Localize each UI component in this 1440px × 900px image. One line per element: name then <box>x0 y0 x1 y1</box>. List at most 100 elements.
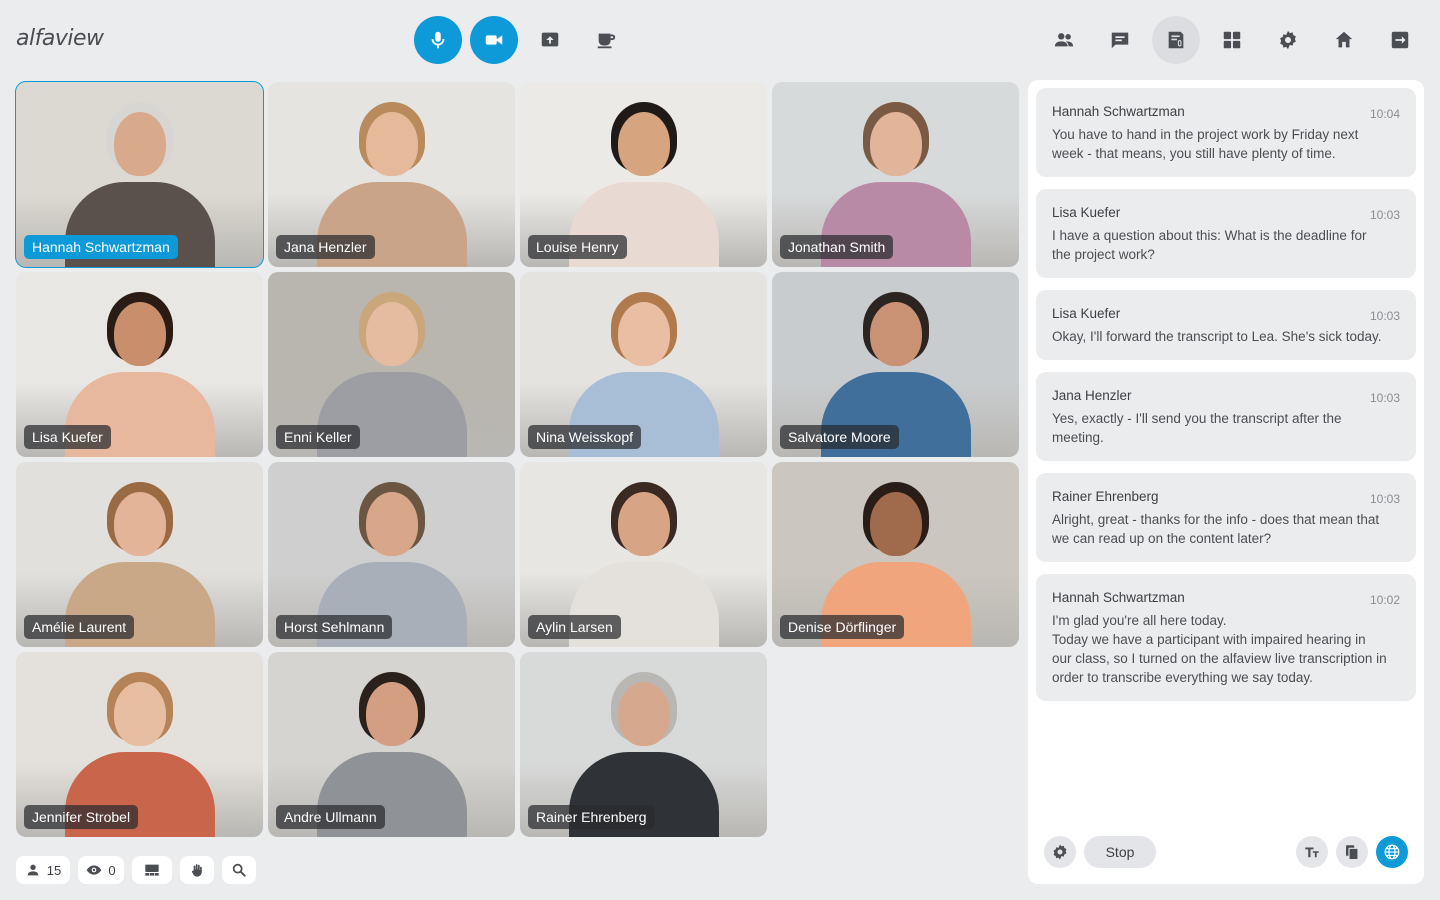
transcript-message: Hannah Schwartzman 10:02 I'm glad you're a… <box>1036 574 1416 701</box>
message-line: Alright, great - thanks for the info - d… <box>1052 512 1380 527</box>
participant-tile[interactable]: Aylin Larsen <box>520 462 767 647</box>
message-time: 10:02 <box>1369 593 1400 607</box>
participant-name: Jana Henzler <box>276 235 375 259</box>
language-button[interactable] <box>1376 836 1408 868</box>
message-time: 10:04 <box>1369 107 1400 121</box>
chat-icon <box>1111 32 1129 49</box>
participant-face <box>617 682 670 746</box>
text-size-icon <box>1305 847 1319 858</box>
message-author: Lisa Kuefer <box>1052 205 1121 220</box>
grid-layout-icon <box>1223 31 1241 49</box>
participant-face <box>113 682 166 746</box>
message-author: Lisa Kuefer <box>1052 306 1121 321</box>
participant-tile[interactable]: Salvatore Moore <box>772 272 1019 457</box>
participant-name: Andre Ullmann <box>276 805 385 829</box>
participant-name: Enni Keller <box>276 425 360 449</box>
message-time: 10:03 <box>1369 492 1400 506</box>
message-line: Today we have a participant with impaire… <box>1052 632 1366 647</box>
view-mode-button[interactable] <box>132 856 172 884</box>
screen-share-icon <box>541 32 559 47</box>
stop-transcription-button[interactable]: Stop <box>1084 836 1156 868</box>
transcript-message: Lisa Kuefer 10:03 I have a question about … <box>1036 189 1416 278</box>
settings-button[interactable] <box>1264 16 1312 64</box>
message-time: 10:03 <box>1369 208 1400 222</box>
participant-face <box>365 492 418 556</box>
layout-button[interactable] <box>1208 16 1256 64</box>
message-text: Alright, great - thanks for the info - d… <box>1052 510 1400 548</box>
participant-count: 15 <box>46 862 62 878</box>
participant-name: Nina Weisskopf <box>528 425 642 449</box>
transcript-message: Hannah Schwartzman 10:04 You have to hand … <box>1036 88 1416 177</box>
participant-tile[interactable]: Andre Ullmann <box>268 652 515 837</box>
participant-tile[interactable]: Nina Weisskopf <box>520 272 767 457</box>
participant-face <box>617 492 670 556</box>
home-icon <box>1335 31 1353 48</box>
participant-face <box>869 492 922 556</box>
copy-transcript-button[interactable] <box>1336 836 1368 868</box>
participant-tile[interactable]: Jana Henzler <box>268 82 515 267</box>
participants-button[interactable] <box>1040 16 1088 64</box>
message-text: I have a question about this: What is th… <box>1052 226 1400 264</box>
search-button[interactable] <box>222 856 256 884</box>
participant-tile[interactable]: Lisa Kuefer <box>16 272 263 457</box>
home-button[interactable] <box>1320 16 1368 64</box>
people-icon <box>1054 33 1074 47</box>
participant-face <box>869 112 922 176</box>
live-transcription-icon <box>1168 31 1184 49</box>
message-line: meeting. <box>1052 430 1104 445</box>
participant-tile[interactable]: Horst Sehlmann <box>268 462 515 647</box>
participant-tile[interactable]: Amélie Laurent <box>16 462 263 647</box>
message-text: Okay, I'll forward the transcript to Lea… <box>1052 327 1400 346</box>
participant-count-chip[interactable]: 15 <box>16 856 70 884</box>
participant-tile[interactable]: Jennifer Strobel <box>16 652 263 837</box>
participant-name: Hannah Schwartzman <box>24 235 178 259</box>
transcript-message: Lisa Kuefer 10:03 Okay, I'll forward the t… <box>1036 290 1416 360</box>
participant-name: Aylin Larsen <box>528 615 621 639</box>
participant-face <box>365 112 418 176</box>
text-size-button[interactable] <box>1296 836 1328 868</box>
transcript-message: Rainer Ehrenberg 10:03 Alright, great - th… <box>1036 473 1416 562</box>
viewer-count-chip[interactable]: 0 <box>78 856 124 884</box>
search-icon <box>232 863 246 877</box>
participant-face <box>365 302 418 366</box>
app-logo: alfaview <box>16 26 104 51</box>
screen-share-button[interactable] <box>526 16 574 64</box>
participant-name: Rainer Ehrenberg <box>528 805 655 829</box>
transcription-button[interactable] <box>1152 16 1200 64</box>
message-line: our class, so I turned on the alfaview l… <box>1052 651 1387 666</box>
participant-tile[interactable]: Hannah Schwartzman <box>15 81 264 268</box>
participant-face <box>617 112 670 176</box>
message-line: order to transcribe everything we say to… <box>1052 670 1313 685</box>
participant-face <box>113 492 166 556</box>
message-line: week - that means, you still have plenty… <box>1052 146 1336 161</box>
viewer-count: 0 <box>108 862 116 878</box>
gear-icon <box>1280 30 1296 50</box>
participant-face <box>113 112 166 176</box>
participant-name: Louise Henry <box>528 235 627 259</box>
message-author: Hannah Schwartzman <box>1052 104 1185 119</box>
participant-name: Jennifer Strobel <box>24 805 139 829</box>
participant-tile[interactable]: Louise Henry <box>520 82 767 267</box>
break-button[interactable] <box>582 16 630 64</box>
participant-tile[interactable]: Enni Keller <box>268 272 515 457</box>
participant-tile[interactable]: Denise Dörflinger <box>772 462 1019 647</box>
coffee-cup-icon <box>597 33 616 49</box>
message-text: You have to hand in the project work by … <box>1052 125 1400 163</box>
gear-icon <box>1053 844 1067 860</box>
participant-tile[interactable]: Rainer Ehrenberg <box>520 652 767 837</box>
microphone-button[interactable] <box>414 16 462 64</box>
participant-face <box>869 302 922 366</box>
message-author: Hannah Schwartzman <box>1052 590 1185 605</box>
video-camera-icon <box>485 35 503 45</box>
participant-tile[interactable]: Jonathan Smith <box>772 82 1019 267</box>
participant-name: Horst Sehlmann <box>276 615 393 639</box>
microphone-icon <box>431 31 445 49</box>
video-grid: Hannah Schwartzman Jana Henzler Louise Hen… <box>15 81 1019 837</box>
leave-button[interactable] <box>1376 16 1424 64</box>
transcript-message: Jana Henzler 10:03 Yes, exactly - I'll sen… <box>1036 372 1416 461</box>
participant-face <box>113 302 166 366</box>
camera-button[interactable] <box>470 16 518 64</box>
transcription-settings-button[interactable] <box>1044 836 1076 868</box>
chat-button[interactable] <box>1096 16 1144 64</box>
raise-hand-button[interactable] <box>180 856 214 884</box>
